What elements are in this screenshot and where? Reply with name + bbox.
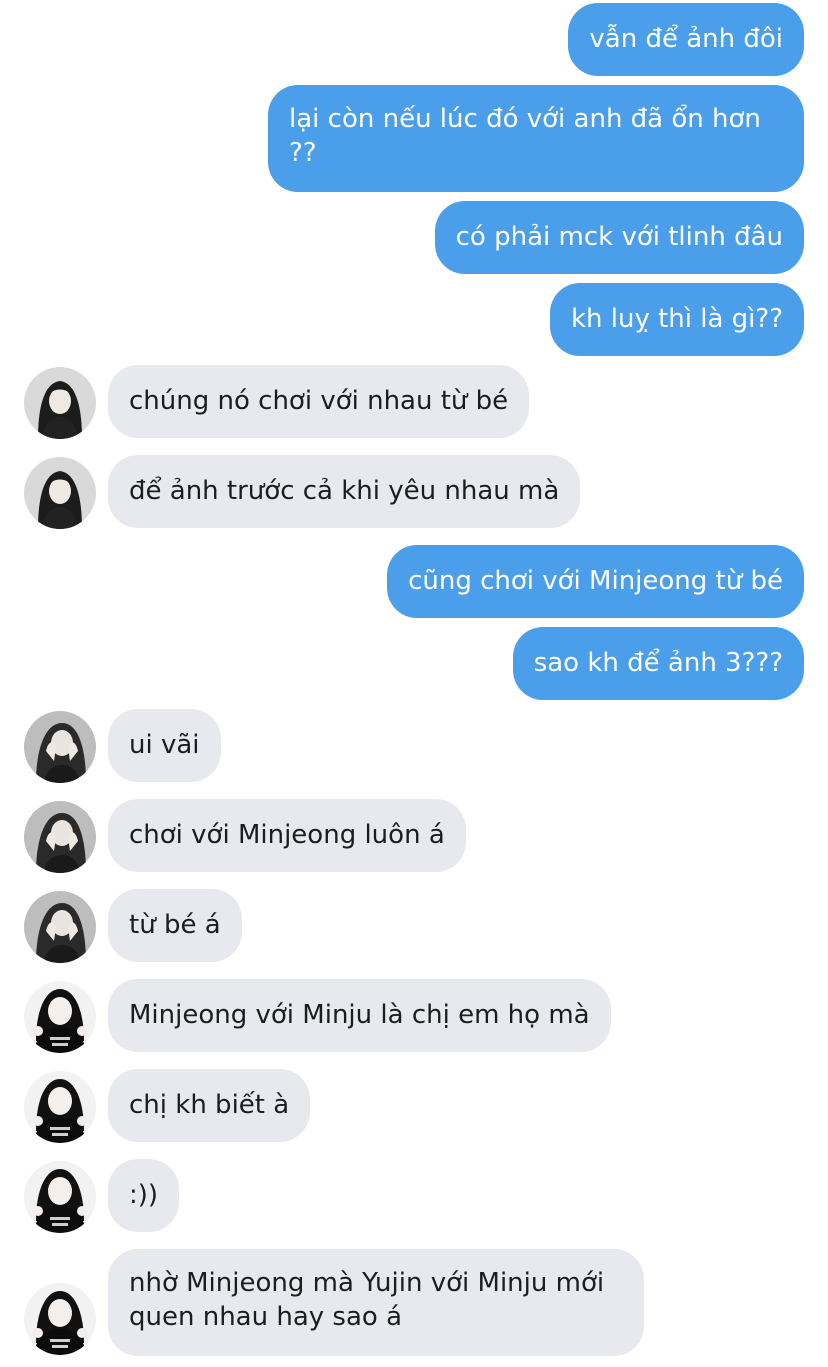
avatar-a-image (24, 367, 96, 439)
avatar-b-image (24, 801, 96, 873)
avatar-c-image (24, 1071, 96, 1143)
avatar[interactable] (24, 1283, 96, 1355)
message-bubble-incoming[interactable]: chơi với Minjeong luôn á (108, 799, 466, 872)
avatar[interactable] (24, 1161, 96, 1233)
message-bubble-outgoing[interactable]: vẫn để ảnh đôi (568, 3, 804, 76)
avatar-c-image (24, 981, 96, 1053)
avatar[interactable] (24, 367, 96, 439)
message-bubble-outgoing[interactable]: lại còn nếu lúc đó với anh đã ổn hơn ?? (268, 85, 804, 192)
avatar[interactable] (24, 891, 96, 963)
avatar-b-image (24, 891, 96, 963)
message-bubble-outgoing[interactable]: cũng chơi với Minjeong từ bé (387, 545, 804, 618)
message-bubble-outgoing[interactable]: kh luỵ thì là gì?? (549, 283, 804, 356)
message-bubble-incoming[interactable]: từ bé á (108, 889, 242, 962)
message-bubble-incoming[interactable]: chúng nó chơi với nhau từ bé (108, 365, 530, 438)
avatar[interactable] (24, 981, 96, 1053)
avatar[interactable] (24, 1071, 96, 1143)
message-bubble-incoming[interactable]: nhờ Minjeong mà Yujin với Minju mới quen… (108, 1249, 644, 1356)
message-bubble-incoming[interactable]: chị kh biết à (108, 1069, 311, 1142)
avatar[interactable] (24, 801, 96, 873)
avatar-b-image (24, 711, 96, 783)
message-bubble-outgoing[interactable]: có phải mck với tlinh đâu (434, 201, 804, 274)
avatar-c-image (24, 1161, 96, 1233)
message-bubble-outgoing[interactable]: sao kh để ảnh 3??? (512, 627, 804, 700)
avatar-c-image (24, 1283, 96, 1355)
message-bubble-incoming[interactable]: ui vãi (108, 709, 221, 782)
avatar-a-image (24, 457, 96, 529)
message-bubble-incoming[interactable]: Minjeong với Minju là chị em họ mà (108, 979, 611, 1052)
message-bubble-incoming[interactable]: :)) (108, 1159, 180, 1232)
message-bubble-incoming[interactable]: để ảnh trước cả khi yêu nhau mà (108, 455, 581, 528)
avatar[interactable] (24, 457, 96, 529)
avatar[interactable] (24, 711, 96, 783)
